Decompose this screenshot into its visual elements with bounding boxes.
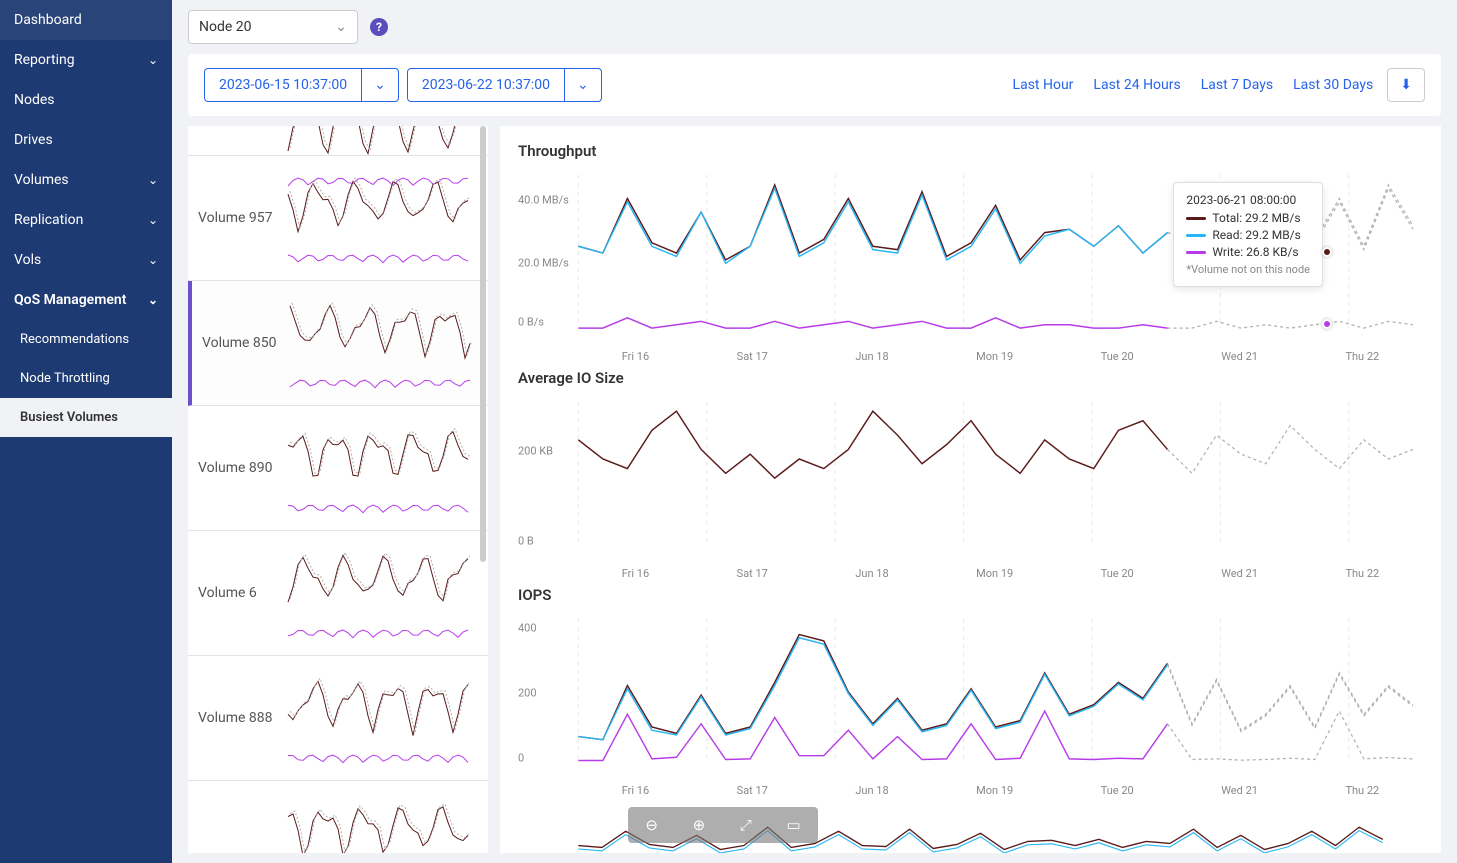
tooltip-time: 2023-06-21 08:00:00 — [1186, 193, 1310, 207]
volume-label: Volume 888 — [198, 710, 278, 726]
date-to-chevron[interactable]: ⌄ — [565, 68, 602, 102]
sidebar: Dashboard Reporting⌄ Nodes Drives Volume… — [0, 0, 172, 863]
date-from-box: 2023-06-15 10:37:00 ⌄ — [204, 68, 399, 102]
chevron-down-icon: ⌄ — [148, 293, 158, 307]
chevron-down-icon: ⌄ — [148, 53, 158, 67]
topbar: Node 20 ⌄ ? — [172, 0, 1457, 54]
sidebar-item-dashboard[interactable]: Dashboard — [0, 0, 172, 40]
expand-icon[interactable]: ⤢ — [740, 816, 752, 834]
volume-sparkline — [278, 668, 478, 768]
hover-dot-total — [1322, 247, 1332, 257]
quick-last-24h[interactable]: Last 24 Hours — [1087, 77, 1186, 93]
scrollbar[interactable] — [480, 126, 486, 562]
hover-dot-write — [1322, 319, 1332, 329]
avgio-title: Average IO Size — [518, 369, 1423, 387]
play-icon[interactable]: ▭ — [786, 816, 800, 834]
iops-chart[interactable]: 400 200 0 — [518, 608, 1423, 778]
sidebar-item-vols[interactable]: Vols⌄ — [0, 240, 172, 280]
date-to-box: 2023-06-22 10:37:00 ⌄ — [407, 68, 602, 102]
volume-sparkline — [278, 168, 478, 268]
volume-list[interactable]: Volume 957 Volume 850 Volume 890 Volume … — [188, 126, 488, 853]
volume-item[interactable]: Volume 850 — [188, 281, 488, 406]
sidebar-item-nodes[interactable]: Nodes — [0, 80, 172, 120]
avgio-chart[interactable]: 200 KB 0 B — [518, 391, 1423, 561]
iops-x-axis: Fri 16Sat 17Jun 18Mon 19Tue 20Wed 21Thu … — [518, 784, 1423, 797]
volume-item[interactable]: Volume 957 — [188, 156, 488, 281]
volume-item[interactable] — [188, 781, 488, 853]
volume-label: Volume 890 — [198, 460, 278, 476]
sidebar-item-drives[interactable]: Drives — [0, 120, 172, 160]
volume-item[interactable]: Volume 890 — [188, 406, 488, 531]
throughput-title: Throughput — [518, 142, 1423, 160]
throughput-x-axis: Fri 16Sat 17Jun 18Mon 19Tue 20Wed 21Thu … — [518, 350, 1423, 363]
avgio-x-axis: Fri 16Sat 17Jun 18Mon 19Tue 20Wed 21Thu … — [518, 567, 1423, 580]
iops-title: IOPS — [518, 586, 1423, 604]
volume-sparkline — [278, 418, 478, 518]
chevron-down-icon: ⌄ — [148, 253, 158, 267]
chevron-down-icon: ⌄ — [148, 173, 158, 187]
zoom-in-icon[interactable]: ⊕ — [693, 816, 706, 834]
quick-last-7d[interactable]: Last 7 Days — [1195, 77, 1279, 93]
zoom-out-icon[interactable]: ⊖ — [645, 816, 658, 834]
sidebar-item-node-throttling[interactable]: Node Throttling — [0, 359, 172, 398]
throughput-chart[interactable]: 40.0 MB/s 20.0 MB/s 0 B/s 2023-06-21 08:… — [518, 164, 1423, 344]
volume-label: Volume 850 — [202, 335, 282, 351]
download-button[interactable]: ⬇ — [1387, 68, 1425, 102]
date-from-chevron[interactable]: ⌄ — [362, 68, 399, 102]
chevron-down-icon: ⌄ — [148, 213, 158, 227]
sidebar-item-reporting[interactable]: Reporting⌄ — [0, 40, 172, 80]
sidebar-item-volumes[interactable]: Volumes⌄ — [0, 160, 172, 200]
volume-sparkline — [282, 293, 478, 393]
download-icon: ⬇ — [1400, 77, 1412, 93]
volume-sparkline — [278, 793, 478, 853]
volume-label: Volume 957 — [198, 210, 278, 226]
volume-label: Volume 6 — [198, 585, 278, 601]
quick-last-30d[interactable]: Last 30 Days — [1287, 77, 1379, 93]
volume-item[interactable]: Volume 6 — [188, 531, 488, 656]
chart-panel: Throughput 40.0 MB/s 20.0 MB/s 0 B/s 202… — [500, 126, 1441, 853]
sidebar-item-replication[interactable]: Replication⌄ — [0, 200, 172, 240]
quick-last-hour[interactable]: Last Hour — [1007, 77, 1080, 93]
volume-sparkline — [278, 543, 478, 643]
volume-item[interactable]: Volume 888 — [188, 656, 488, 781]
date-to[interactable]: 2023-06-22 10:37:00 — [407, 68, 565, 102]
sidebar-item-busiest-volumes[interactable]: Busiest Volumes — [0, 398, 172, 437]
help-icon[interactable]: ? — [370, 18, 388, 36]
chevron-down-icon: ⌄ — [335, 19, 347, 35]
zoom-strip[interactable]: ⊖ ⊕ ⤢ ▭ — [518, 807, 1423, 853]
date-toolbar: 2023-06-15 10:37:00 ⌄ 2023-06-22 10:37:0… — [188, 54, 1441, 116]
sidebar-item-qos[interactable]: QoS Management⌄ — [0, 280, 172, 320]
node-selector[interactable]: Node 20 ⌄ — [188, 10, 358, 44]
zoom-controls: ⊖ ⊕ ⤢ ▭ — [628, 807, 818, 843]
volume-item[interactable] — [188, 126, 488, 156]
sidebar-item-recommendations[interactable]: Recommendations — [0, 320, 172, 359]
chart-tooltip: 2023-06-21 08:00:00 Total: 29.2 MB/s Rea… — [1173, 182, 1323, 287]
date-from[interactable]: 2023-06-15 10:37:00 — [204, 68, 362, 102]
